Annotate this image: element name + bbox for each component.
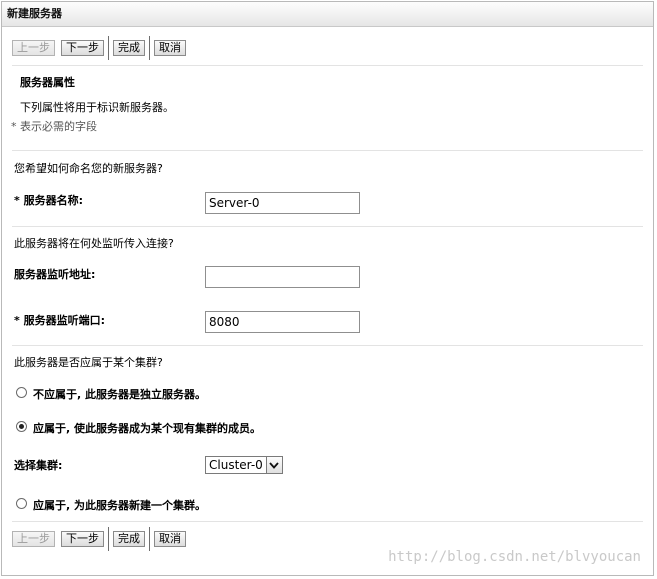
divider [12,521,643,522]
divider [12,65,643,66]
next-button[interactable]: 下一步 [61,40,104,56]
new-cluster-option-label[interactable]: 应属于, 为此服务器新建一个集群。 [33,497,206,513]
required-star: * [14,314,20,327]
finish-button[interactable]: 完成 [113,40,145,56]
toolbar-separator [108,36,109,60]
standalone-option-label[interactable]: 不应属于, 此服务器是独立服务器。 [33,386,206,402]
divider [12,226,643,227]
toolbar-separator [108,527,109,551]
cancel-button[interactable]: 取消 [154,531,186,547]
watermark: http://blog.csdn.net/blvyoucan [388,549,641,565]
toolbar-separator [149,36,150,60]
divider [12,345,643,346]
existing-cluster-radio[interactable] [16,421,27,432]
server-name-label: * 服务器名称: [14,192,83,208]
window-title: 新建服务器 [2,2,653,27]
back-button[interactable]: 上一步 [12,40,55,56]
server-name-label-text: 服务器名称: [23,194,84,207]
cluster-select-value: Cluster-0 [209,458,263,472]
new-cluster-radio[interactable] [16,498,27,509]
required-note: * 表示必需的字段 [11,120,97,133]
select-cluster-label: 选择集群: [14,459,63,472]
section-heading: 服务器属性 [20,76,75,89]
section-description: 下列属性将用于标识新服务器。 [20,101,174,114]
cluster-select[interactable]: Cluster-0 [205,456,283,474]
name-question: 您希望如何命名您的新服务器? [14,162,163,175]
divider [12,150,643,151]
listen-address-label: 服务器监听地址: [14,268,96,281]
new-server-panel: 新建服务器 上一步 下一步 完成 取消 服务器属性 下列属性将用于标识新服务器。… [1,1,654,576]
cluster-question: 此服务器是否应属于某个集群? [14,356,163,369]
cancel-button[interactable]: 取消 [154,40,186,56]
back-button[interactable]: 上一步 [12,531,55,547]
finish-button[interactable]: 完成 [113,531,145,547]
toolbar-separator [149,527,150,551]
top-toolbar: 上一步 下一步 完成 取消 [12,36,192,60]
next-button[interactable]: 下一步 [61,531,104,547]
standalone-radio[interactable] [16,387,27,398]
listen-port-label: * 服务器监听端口: [14,312,105,328]
listen-port-input[interactable] [205,311,360,333]
chevron-down-icon[interactable] [265,457,282,473]
listen-address-input[interactable] [205,266,360,288]
listen-question: 此服务器将在何处监听传入连接? [14,237,174,250]
listen-port-label-text: 服务器监听端口: [23,314,106,327]
server-name-input[interactable] [205,192,360,214]
existing-cluster-option-label[interactable]: 应属于, 使此服务器成为某个现有集群的成员。 [33,420,261,436]
bottom-toolbar: 上一步 下一步 完成 取消 [12,527,192,551]
required-star: * [14,194,20,207]
